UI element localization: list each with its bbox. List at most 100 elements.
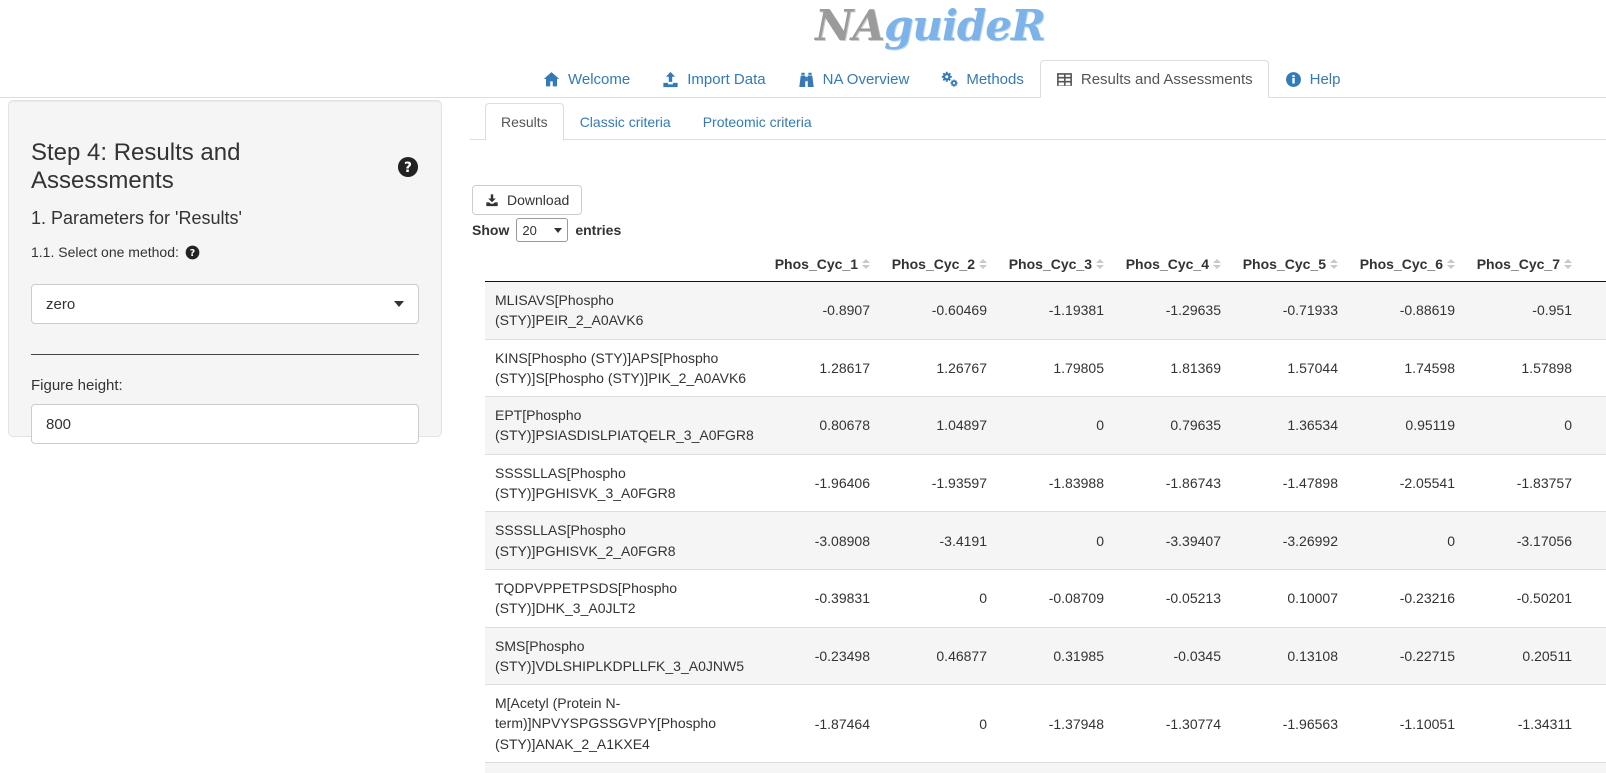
logo-na: NA [815, 1, 884, 50]
nav-tab[interactable]: Methods [925, 60, 1040, 98]
value-cell: 0.20511 [1465, 627, 1582, 685]
value-cell: 0 [1348, 512, 1465, 570]
page-size-select[interactable]: 20 [516, 218, 568, 242]
value-cell: -0.23498 [763, 627, 880, 685]
method-label-text: 1.1. Select one method: [31, 244, 179, 260]
column-header-label: Phos_Cyc_7 [1477, 256, 1560, 272]
value-cell: -1.37948 [997, 685, 1114, 763]
nav-tab-label: Import Data [687, 71, 765, 88]
value-cell: -0.39831 [763, 569, 880, 627]
entries-label: entries [575, 222, 621, 238]
column-header[interactable]: Phos_Cyc_3 [997, 247, 1114, 282]
value-cell: 0.31985 [997, 627, 1114, 685]
question-circle-icon[interactable]: ? [397, 156, 419, 178]
svg-text:?: ? [404, 160, 412, 176]
filler-cell [1582, 282, 1606, 340]
table-row: EPT[Phospho (STY)]PSIASDISLPIATQELR_3_A0… [485, 397, 1606, 455]
results-subtab[interactable]: Classic criteria [564, 103, 687, 141]
upload-icon [662, 71, 679, 88]
table-row: SSSSLLAS[Phospho (STY)]PGHISVK_2_A0FGR8 … [485, 512, 1606, 570]
value-cell: 1.36534 [1231, 397, 1348, 455]
results-table: Phos_Cyc_1 Phos_Cyc_2 Phos_Cyc_3 Phos_Cy… [485, 247, 1606, 773]
column-header[interactable]: Phos_Cyc_1 [763, 247, 880, 282]
value-cell: -3.26992 [1231, 512, 1348, 570]
nav-tab-label: Methods [966, 71, 1024, 88]
sort-icon [1096, 259, 1104, 269]
nav-tab[interactable]: NA Overview [782, 60, 926, 98]
method-label: 1.1. Select one method: ? [31, 244, 419, 260]
nav-tab[interactable]: Results and Assessments [1040, 60, 1269, 98]
value-cell: 0 [997, 397, 1114, 455]
value-cell: -3.08908 [763, 512, 880, 570]
filler-cell [1582, 397, 1606, 455]
column-header-label: Phos_Cyc_5 [1243, 256, 1326, 272]
sort-icon [862, 259, 870, 269]
nav-tab[interactable]: Welcome [527, 60, 646, 98]
row-name-cell: SMS[Phospho (STY)]VDLSHIPLKDPLLFK_3_A0JN… [485, 627, 763, 685]
column-header-label: Phos_Cyc_1 [775, 256, 858, 272]
show-label: Show [472, 222, 509, 238]
cogs-icon [941, 71, 958, 88]
value-cell: 0.80678 [763, 397, 880, 455]
figure-height-label: Figure height: [31, 377, 419, 394]
table-row: KINS[Phospho (STY)]APS[Phospho (STY)]S[P… [485, 339, 1606, 397]
svg-text:?: ? [190, 247, 195, 258]
value-cell: 1.79805 [997, 339, 1114, 397]
column-header-label: Phos_Cyc_2 [892, 256, 975, 272]
row-name-cell: TQDPVPPETPSDS[Phospho (STY)]DHK_3_A0JLT2 [485, 569, 763, 627]
home-icon [543, 71, 560, 88]
caret-down-icon [394, 301, 404, 307]
filler-column-header [1582, 247, 1606, 282]
filler-cell [1582, 454, 1606, 512]
column-header-label: Phos_Cyc_4 [1126, 256, 1209, 272]
value-cell: 1.57898 [1465, 339, 1582, 397]
column-header-label: Phos_Cyc_3 [1009, 256, 1092, 272]
sort-icon [1330, 259, 1338, 269]
value-cell: 0.46877 [880, 627, 997, 685]
value-cell: 1.81369 [1114, 339, 1231, 397]
table-header-row: Phos_Cyc_1 Phos_Cyc_2 Phos_Cyc_3 Phos_Cy… [485, 247, 1606, 282]
column-header[interactable]: Phos_Cyc_2 [880, 247, 997, 282]
value-cell: -0.60469 [880, 282, 997, 340]
column-header[interactable]: Phos_Cyc_4 [1114, 247, 1231, 282]
filler-cell [1582, 627, 1606, 685]
value-cell: -0.50201 [1465, 569, 1582, 627]
results-subtab[interactable]: Proteomic criteria [687, 103, 828, 141]
row-name-cell: KINS[Phospho (STY)]APS[Phospho (STY)]S[P… [485, 339, 763, 397]
question-circle-icon[interactable]: ? [185, 245, 200, 260]
results-subtab[interactable]: Results [485, 103, 564, 141]
value-cell: -2.05541 [1348, 454, 1465, 512]
nav-tab[interactable]: Import Data [646, 60, 781, 98]
table-row: M[Acetyl (Protein N-term)]NPVYSPGSSGVPY[… [485, 685, 1606, 763]
value-cell: 1.74598 [1348, 339, 1465, 397]
value-cell: -0.951 [1465, 282, 1582, 340]
divider [31, 354, 419, 355]
value-cell: 0.13108 [1231, 627, 1348, 685]
value-cell: 0.10007 [1231, 569, 1348, 627]
sort-icon [1564, 259, 1572, 269]
value-cell: -1.93597 [880, 454, 997, 512]
parameters-subheading: 1. Parameters for 'Results' [31, 208, 419, 229]
value-cell: -1.30774 [1114, 685, 1231, 763]
nav-tab[interactable]: Help [1269, 60, 1357, 98]
results-table-container: Phos_Cyc_1 Phos_Cyc_2 Phos_Cyc_3 Phos_Cy… [470, 247, 1606, 773]
value-cell: -0.05213 [1114, 569, 1231, 627]
download-button[interactable]: Download [472, 185, 582, 215]
method-select[interactable]: zero [31, 284, 419, 324]
value-cell: -0.71933 [1231, 282, 1348, 340]
column-header[interactable]: Phos_Cyc_5 [1231, 247, 1348, 282]
table-row: SMS[Phospho (STY)]VDLSHIPLKDPLLFK_3_A0JN… [485, 627, 1606, 685]
filler-cell [1582, 512, 1606, 570]
value-cell: 0 [997, 512, 1114, 570]
app-logo: NAguideR [815, 2, 1045, 50]
step-heading: Step 4: Results and Assessments ? [31, 139, 419, 195]
value-cell: 0 [880, 569, 997, 627]
table-row: MLISAVS[Phospho (STY)]PEIR_2_A0AVK6 -0.8… [485, 282, 1606, 340]
column-header[interactable]: Phos_Cyc_7 [1465, 247, 1582, 282]
info-icon [1285, 71, 1302, 88]
column-header[interactable]: Phos_Cyc_6 [1348, 247, 1465, 282]
value-cell: -0.23216 [1348, 569, 1465, 627]
nav-tab-list: Welcome Import Data NA Overview Methods … [527, 60, 1356, 98]
page-size-value: 20 [522, 223, 536, 238]
figure-height-input[interactable] [31, 404, 419, 444]
